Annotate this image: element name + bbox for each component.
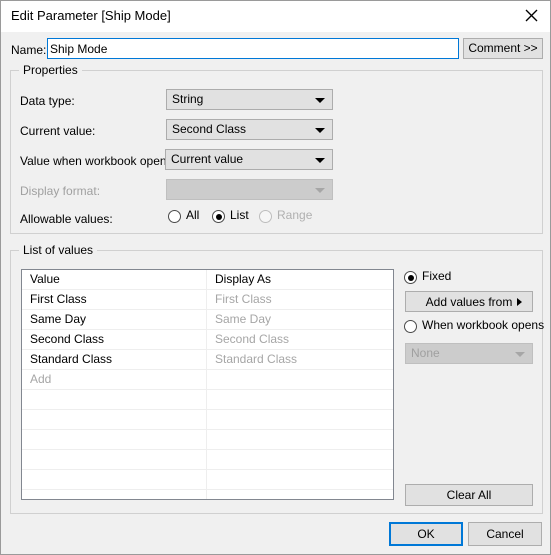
table-row[interactable] <box>22 490 393 499</box>
cancel-button[interactable]: Cancel <box>468 522 542 546</box>
cell-value: Standard Class <box>30 352 113 366</box>
current-value-value: Second Class <box>172 122 247 136</box>
table-row[interactable]: Second Class Second Class <box>22 330 393 350</box>
radio-label: When workbook opens <box>422 318 545 332</box>
radio-label: List <box>230 208 249 222</box>
chevron-down-icon <box>315 98 325 103</box>
cell-value: First Class <box>30 292 87 306</box>
cell-value: Same Day <box>30 312 87 326</box>
table-row[interactable]: Same Day Same Day <box>22 310 393 330</box>
clear-all-button[interactable]: Clear All <box>405 484 533 506</box>
current-value-combo[interactable]: Second Class <box>166 119 333 140</box>
cell-display-as: Same Day <box>215 312 272 326</box>
column-header-display-as: Display As <box>215 272 272 286</box>
display-format-combo <box>166 179 333 200</box>
value-when-opens-value: Current value <box>171 152 244 166</box>
chevron-right-icon <box>517 298 522 306</box>
add-values-from-button[interactable]: Add values from <box>405 291 533 312</box>
properties-legend: Properties <box>19 63 82 77</box>
chevron-down-icon <box>315 188 325 193</box>
name-input[interactable] <box>47 38 459 59</box>
add-values-from-label: Add values from <box>425 294 513 309</box>
table-header-row: Value Display As <box>22 270 393 290</box>
comment-button[interactable]: Comment >> <box>463 38 543 59</box>
radio-label: All <box>186 208 200 222</box>
chevron-down-icon <box>515 352 525 357</box>
cell-display-as: Standard Class <box>215 352 298 366</box>
display-format-label: Display format: <box>20 184 101 198</box>
cell-add-placeholder: Add <box>30 372 52 386</box>
allowable-values-label: Allowable values: <box>20 212 113 226</box>
table-row[interactable] <box>22 390 393 410</box>
table-row[interactable]: First Class First Class <box>22 290 393 310</box>
column-header-value: Value <box>30 272 60 286</box>
name-label: Name: <box>11 43 47 57</box>
page-title: Edit Parameter [Ship Mode] <box>11 8 171 23</box>
chevron-down-icon <box>315 128 325 133</box>
value-when-opens-label: Value when workbook opens: <box>20 154 176 168</box>
radio-mark <box>168 210 181 223</box>
radio-mark <box>212 210 225 223</box>
chevron-down-icon <box>315 158 325 163</box>
title-bar: Edit Parameter [Ship Mode] <box>1 1 550 33</box>
ok-button[interactable]: OK <box>389 522 463 546</box>
radio-mark <box>404 320 417 333</box>
workbook-opens-source-combo: None <box>405 343 533 364</box>
cell-value: Second Class <box>30 332 105 346</box>
table-row[interactable] <box>22 450 393 470</box>
table-row-add[interactable]: Add <box>22 370 393 390</box>
data-type-label: Data type: <box>20 94 75 108</box>
value-when-opens-combo[interactable]: Current value <box>165 149 333 170</box>
current-value-label: Current value: <box>20 124 96 138</box>
cell-display-as: First Class <box>215 292 272 306</box>
close-icon[interactable] <box>513 1 550 30</box>
cell-display-as: Second Class <box>215 332 290 346</box>
radio-label: Fixed <box>422 269 452 283</box>
table-row[interactable] <box>22 410 393 430</box>
values-table[interactable]: Value Display As First Class First Class… <box>21 269 394 500</box>
radio-mark <box>404 271 417 284</box>
table-row[interactable] <box>22 470 393 490</box>
radio-label: Range <box>277 208 313 222</box>
table-row[interactable] <box>22 430 393 450</box>
table-row[interactable]: Standard Class Standard Class <box>22 350 393 370</box>
workbook-opens-source-value: None <box>411 346 440 360</box>
data-type-value: String <box>172 92 204 106</box>
list-of-values-legend: List of values <box>19 243 98 257</box>
edit-parameter-dialog: Edit Parameter [Ship Mode] Name: Comment… <box>0 0 551 555</box>
data-type-combo[interactable]: String <box>166 89 333 110</box>
radio-mark <box>259 210 272 223</box>
